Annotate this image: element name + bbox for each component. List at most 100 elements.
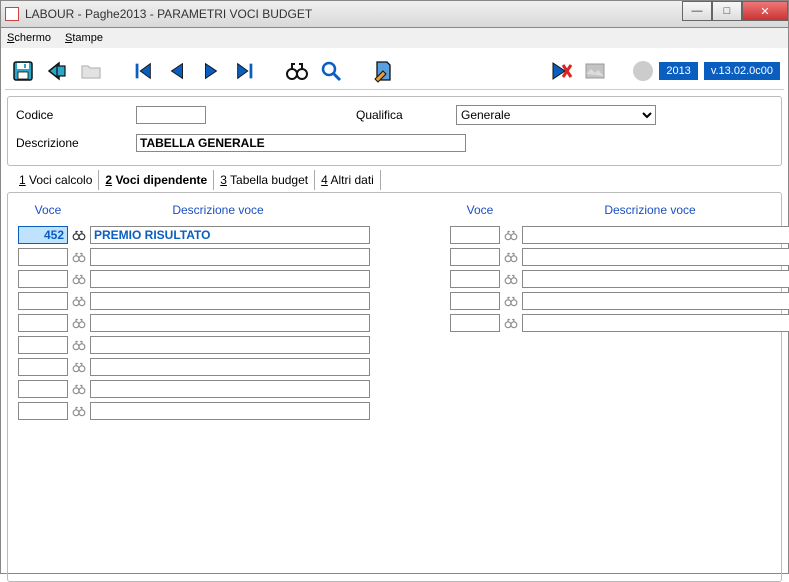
binoculars-icon[interactable]: [72, 272, 86, 286]
desc-input[interactable]: [522, 248, 789, 266]
tab-tabella-budget[interactable]: 3 Tabella budget: [214, 170, 315, 190]
binoculars-icon[interactable]: [72, 338, 86, 352]
edit-record-button[interactable]: [369, 57, 397, 85]
table-row: [450, 269, 789, 288]
voce-input[interactable]: [450, 292, 500, 310]
tabs: 1 Voci calcolo 2 Voci dipendente 3 Tabel…: [5, 170, 784, 190]
binoculars-icon[interactable]: [504, 250, 518, 264]
table-row: [18, 335, 370, 354]
voce-input[interactable]: [450, 226, 500, 244]
binoculars-icon[interactable]: [72, 404, 86, 418]
table-row: [450, 225, 789, 244]
first-record-button[interactable]: [129, 57, 157, 85]
grid-area: Voce Descrizione voce Voce Descrizione v…: [7, 192, 782, 582]
right-column: Voce Descrizione voce: [450, 203, 789, 571]
zoom-button[interactable]: [317, 57, 345, 85]
minimize-button[interactable]: —: [682, 1, 712, 21]
desc-input[interactable]: [90, 402, 370, 420]
binoculars-icon[interactable]: [504, 294, 518, 308]
col-header-voce: Voce: [18, 203, 78, 217]
voce-input[interactable]: [18, 358, 68, 376]
voce-input[interactable]: [18, 314, 68, 332]
toolbar: 2013 v.13.02.0c00: [5, 52, 784, 90]
next-record-button[interactable]: [197, 57, 225, 85]
qualifica-select[interactable]: Generale: [456, 105, 656, 125]
desc-input[interactable]: [90, 380, 370, 398]
voce-input[interactable]: [18, 292, 68, 310]
voce-input[interactable]: [18, 380, 68, 398]
descrizione-input[interactable]: [136, 134, 466, 152]
voce-input[interactable]: [18, 336, 68, 354]
col-header-voce: Voce: [450, 203, 510, 217]
codice-label: Codice: [16, 108, 136, 122]
binoculars-icon[interactable]: [72, 294, 86, 308]
picture-button[interactable]: [581, 57, 609, 85]
binoculars-icon[interactable]: [504, 316, 518, 330]
voce-input[interactable]: [450, 248, 500, 266]
voce-input[interactable]: [18, 270, 68, 288]
desc-input[interactable]: [90, 336, 370, 354]
col-header-desc: Descrizione voce: [78, 203, 358, 217]
desc-input[interactable]: [522, 314, 789, 332]
voce-input[interactable]: [450, 270, 500, 288]
maximize-button[interactable]: □: [712, 1, 742, 21]
codice-input[interactable]: [136, 106, 206, 124]
table-row: [18, 357, 370, 376]
table-row: [18, 291, 370, 310]
table-row: [18, 401, 370, 420]
search-binoculars-button[interactable]: [283, 57, 311, 85]
qualifica-label: Qualifica: [356, 108, 456, 122]
table-row: [18, 225, 370, 244]
tab-voci-dipendente[interactable]: 2 Voci dipendente: [99, 170, 214, 190]
menu-stampe[interactable]: Stampe: [65, 32, 103, 44]
save-button[interactable]: [9, 57, 37, 85]
desc-input[interactable]: [522, 292, 789, 310]
prev-record-button[interactable]: [163, 57, 191, 85]
last-record-button[interactable]: [231, 57, 259, 85]
table-row: [450, 247, 789, 266]
desc-input[interactable]: [522, 270, 789, 288]
desc-input[interactable]: [90, 248, 370, 266]
table-row: [450, 291, 789, 310]
status-indicator-icon: [633, 61, 653, 81]
table-row: [18, 269, 370, 288]
voce-input[interactable]: [18, 402, 68, 420]
binoculars-icon[interactable]: [72, 250, 86, 264]
header-form: Codice Qualifica Generale Descrizione: [7, 96, 782, 166]
close-button[interactable]: ✕: [742, 1, 788, 21]
version-badge: v.13.02.0c00: [704, 62, 780, 80]
desc-input[interactable]: [90, 292, 370, 310]
col-header-desc: Descrizione voce: [510, 203, 789, 217]
tab-voci-calcolo[interactable]: 1 Voci calcolo: [13, 170, 99, 190]
back-button[interactable]: [43, 57, 71, 85]
desc-input[interactable]: [90, 270, 370, 288]
binoculars-icon[interactable]: [72, 316, 86, 330]
desc-input[interactable]: [90, 226, 370, 244]
year-badge: 2013: [659, 62, 697, 80]
titlebar: LABOUR - Paghe2013 - PARAMETRI VOCI BUDG…: [0, 0, 789, 28]
app-icon: [5, 7, 19, 21]
table-row: [450, 313, 789, 332]
table-row: [18, 247, 370, 266]
table-row: [18, 379, 370, 398]
table-row: [18, 313, 370, 332]
descrizione-label: Descrizione: [16, 136, 136, 150]
desc-input[interactable]: [90, 314, 370, 332]
folder-button[interactable]: [77, 57, 105, 85]
tab-altri-dati[interactable]: 4 Altri dati: [315, 170, 381, 190]
desc-input[interactable]: [522, 226, 789, 244]
binoculars-icon[interactable]: [504, 272, 518, 286]
binoculars-icon[interactable]: [72, 382, 86, 396]
voce-input[interactable]: [18, 248, 68, 266]
voce-input[interactable]: [450, 314, 500, 332]
menu-schermo[interactable]: Schermo: [7, 32, 51, 44]
binoculars-icon[interactable]: [72, 360, 86, 374]
delete-record-button[interactable]: [547, 57, 575, 85]
binoculars-icon[interactable]: [504, 228, 518, 242]
voce-input[interactable]: [18, 226, 68, 244]
desc-input[interactable]: [90, 358, 370, 376]
window-title: LABOUR - Paghe2013 - PARAMETRI VOCI BUDG…: [25, 7, 312, 21]
menubar: Schermo Stampe: [0, 28, 789, 48]
binoculars-icon[interactable]: [72, 228, 86, 242]
left-column: Voce Descrizione voce: [18, 203, 370, 571]
